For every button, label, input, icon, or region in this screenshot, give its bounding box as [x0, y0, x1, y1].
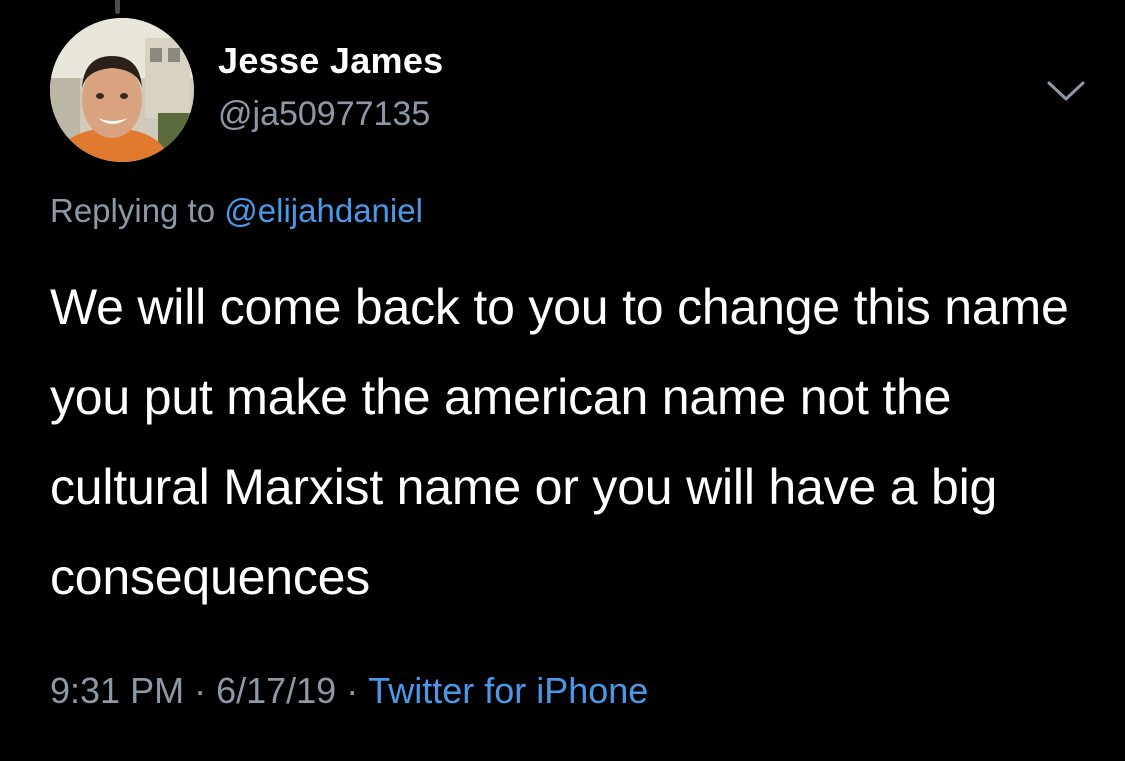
chevron-down-icon[interactable] [1046, 80, 1086, 104]
tweet: Jesse James @ja50977135 Replying to @eli… [0, 0, 1125, 761]
replying-to-prefix: Replying to [50, 192, 216, 229]
tweet-meta: 9:31 PM · 6/17/19 · Twitter for iPhone [50, 670, 648, 712]
tweet-text: We will come back to you to change this … [50, 279, 1069, 605]
replying-to: Replying to @elijahdaniel [50, 192, 423, 230]
meta-separator-2: · [346, 670, 359, 711]
avatar-photo [50, 18, 194, 162]
tweet-source-link[interactable]: Twitter for iPhone [368, 670, 648, 711]
tweet-time: 9:31 PM [50, 670, 185, 711]
thread-connector-line [115, 0, 120, 14]
meta-separator: · [194, 670, 207, 711]
user-handle[interactable]: @ja50977135 [218, 95, 430, 134]
user-display-name[interactable]: Jesse James [218, 40, 444, 82]
reply-mention-link[interactable]: @elijahdaniel [224, 192, 423, 229]
tweet-date: 6/17/19 [216, 670, 337, 711]
avatar[interactable] [50, 18, 194, 162]
